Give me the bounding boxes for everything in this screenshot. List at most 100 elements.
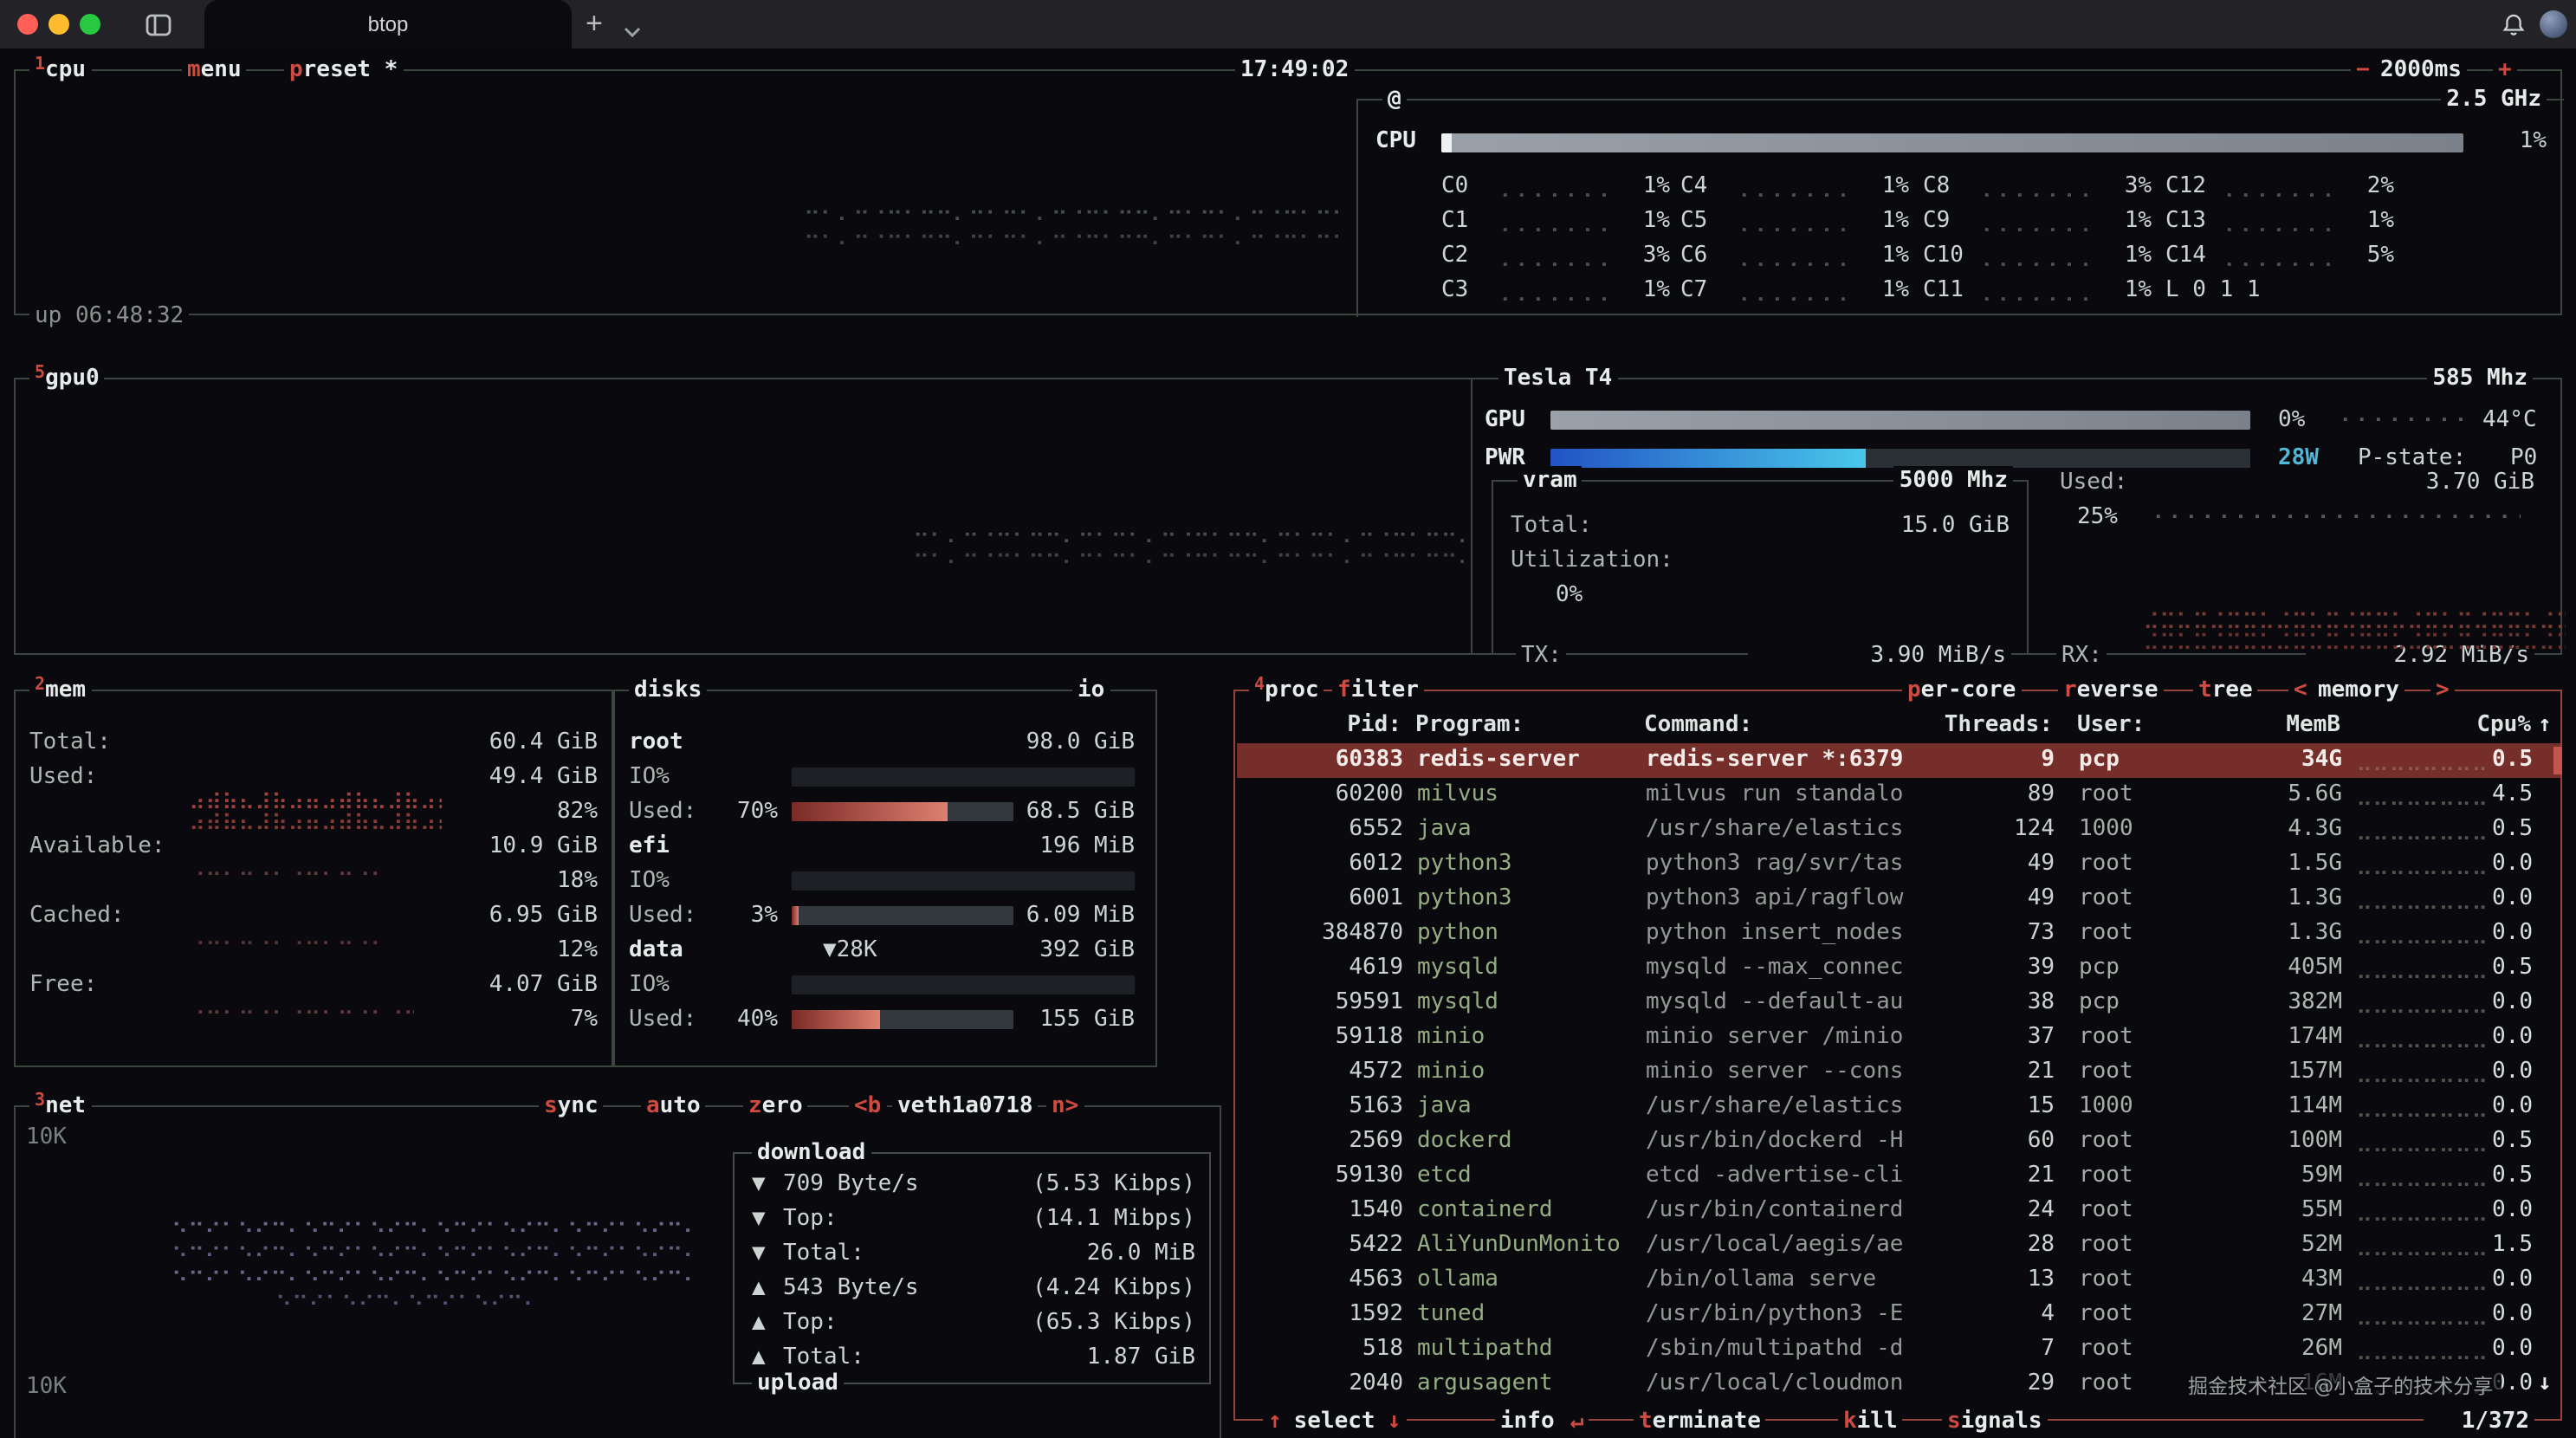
process-row[interactable]: 5163java/usr/share/elastics151000114M⣀⣀⣀…: [1237, 1090, 2560, 1124]
net-rate-label: 709 Byte/s: [783, 1168, 919, 1202]
header-mem[interactable]: MemB: [2205, 709, 2340, 743]
window-minimize-button[interactable]: [49, 14, 69, 35]
net-sync-toggle[interactable]: sync: [539, 1091, 604, 1121]
process-box-number: 4: [1254, 676, 1265, 695]
process-row[interactable]: 6012python3python3 rag/svr/tas49root1.5G…: [1237, 847, 2560, 882]
process-row[interactable]: 59130etcdetcd -advertise-cli21root59M⣀⣀⣀…: [1237, 1159, 2560, 1194]
sort-prev-button[interactable]: <: [2288, 676, 2313, 705]
activity-graph: ⣐⣒⣂⣒⣐⣒⣒⣂⣐⣒⣂⣒⣐⣒⣒⣂⣐⣒⣂⣒⣐⣒⣒⣂⣐⣒⣂⣒⣐⣒⣒: [2143, 625, 2566, 653]
download-title: download: [752, 1138, 871, 1168]
tab-title: btop: [368, 12, 409, 36]
net-zero-toggle[interactable]: zero: [743, 1091, 808, 1121]
header-program[interactable]: Program:: [1415, 709, 1524, 743]
mem-row-pct: 18%: [362, 865, 598, 899]
process-pid: 60200: [1268, 778, 1403, 813]
update-interval-decrease-button[interactable]: −: [2351, 55, 2375, 85]
net-auto-toggle[interactable]: auto: [641, 1091, 706, 1121]
activity-graph: ⣠⣴⣦⣄⣰⣦⣠⣤⣠⣴⣦⣄⣰⣦⣠⣤⣠⣴: [189, 806, 442, 833]
net-interface-prev-button[interactable]: <b: [849, 1091, 886, 1121]
disks-io-toggle[interactable]: io: [1072, 676, 1110, 705]
process-row[interactable]: 4563ollama/bin/ollama serve13root43M⣀⣀⣀⣀…: [1237, 1263, 2560, 1298]
header-cpu[interactable]: Cpu%: [2372, 709, 2531, 743]
net-rate-arrow-icon: ▼: [752, 1237, 766, 1272]
window-zoom-button[interactable]: [80, 14, 100, 35]
process-row[interactable]: 1592tuned/usr/bin/python3 -E4root27M⣀⣀⣀⣀…: [1237, 1298, 2560, 1332]
process-row[interactable]: 4619mysqldmysqld --max_connec39pcp405M⣀⣀…: [1237, 951, 2560, 986]
tree-toggle[interactable]: tree: [2193, 676, 2258, 705]
gpu-tx-label: TX:: [1516, 639, 1567, 674]
header-pid[interactable]: Pid:: [1266, 709, 1401, 743]
process-pid: 5422: [1268, 1228, 1403, 1263]
gpu-box: 5gpu0 Tesla T4 585 Mhz GPU 0% 44°C PWR 2…: [14, 378, 2562, 655]
process-row[interactable]: 2569dockerd/usr/bin/dockerd -H60root100M…: [1237, 1124, 2560, 1159]
net-interface-next-button[interactable]: n>: [1046, 1091, 1084, 1121]
reverse-toggle[interactable]: reverse: [2058, 676, 2164, 705]
memory-box-title: 2mem: [29, 676, 91, 705]
net-interface-name[interactable]: veth1a0718: [892, 1091, 1039, 1121]
process-row[interactable]: 4572miniominio server --cons21root157M⣀⣀…: [1237, 1055, 2560, 1090]
vram-used-label: Used:: [2060, 466, 2127, 501]
process-program: etcd: [1417, 1159, 1472, 1194]
net-rate-label: Top:: [783, 1306, 838, 1341]
process-cpu: 0.0: [2380, 1263, 2533, 1298]
process-row[interactable]: 6001python3python3 api/ragflow49root1.3G…: [1237, 882, 2560, 917]
selected-row-marker: [2553, 747, 2562, 774]
sidebar-toggle-icon[interactable]: [146, 14, 172, 43]
net-rate-arrow-icon: ▲: [752, 1306, 766, 1341]
header-threads[interactable]: Threads:: [1859, 709, 2053, 743]
process-row[interactable]: 59118miniominio server /minio37root174M⣀…: [1237, 1020, 2560, 1055]
process-row[interactable]: 60200milvusmilvus run standalo89root5.6G…: [1237, 778, 2560, 813]
process-user: root: [2079, 1055, 2133, 1090]
preset-button[interactable]: preset *: [284, 55, 403, 85]
process-row[interactable]: 60383redis-serverredis-server *:63799pcp…: [1237, 743, 2560, 778]
process-user: pcp: [2079, 951, 2120, 986]
header-user[interactable]: User:: [2077, 709, 2145, 743]
process-user: root: [2079, 1159, 2133, 1194]
process-threads: 7: [1861, 1332, 2055, 1367]
update-interval-increase-button[interactable]: +: [2493, 55, 2517, 85]
gpu-model: Tesla T4: [1498, 364, 1617, 393]
notification-bell-icon[interactable]: [2502, 12, 2526, 45]
process-row[interactable]: 6552java/usr/share/elastics12410004.3G⣀⣀…: [1237, 813, 2560, 847]
net-rate-arrow-icon: ▼: [752, 1202, 766, 1237]
process-threads: 9: [1861, 743, 2055, 778]
new-tab-button[interactable]: +: [586, 0, 603, 49]
select-hint[interactable]: ↑select↓: [1263, 1407, 1406, 1436]
activity-graph: ⠠⠤⠄⠤⠠⠄⠠⠤⠄⠤⠠⠄⠠⠤⠄: [189, 927, 393, 955]
header-command[interactable]: Command:: [1644, 709, 1752, 743]
per-core-toggle[interactable]: per-core: [1902, 676, 2021, 705]
signals-button[interactable]: signals: [1942, 1407, 2048, 1436]
process-row[interactable]: 384870pythonpython insert_nodes73root1.3…: [1237, 917, 2560, 951]
terminate-button[interactable]: terminate: [1634, 1407, 1766, 1436]
scroll-up-indicator[interactable]: ↑: [2538, 709, 2552, 743]
activity-graph: ⠠⠤⠄⠤⠠⠄⠠⠤⠄⠤⠠⠄⠠⠤⠄⠤: [189, 996, 414, 1024]
menu-button[interactable]: menu: [182, 55, 247, 85]
disk-used-value: 155 GiB: [1017, 1003, 1135, 1038]
process-row[interactable]: 59591mysqldmysqld --default-au38pcp382M⣀…: [1237, 986, 2560, 1020]
process-user: root: [2079, 1367, 2133, 1402]
process-program: python3: [1417, 882, 1512, 917]
window-close-button[interactable]: [17, 14, 38, 35]
process-cpu: 1.5: [2380, 1228, 2533, 1263]
gpu-power-meter: [1550, 449, 2250, 468]
process-row[interactable]: 5422AliYunDunMonito/usr/local/aegis/ae28…: [1237, 1228, 2560, 1263]
disk-io-meter: [792, 975, 1135, 994]
gpu-tx-value: 3.90 MiB/s: [1748, 639, 2011, 674]
tab-overview-chevron-icon[interactable]: [624, 19, 641, 45]
info-button[interactable]: info↵: [1495, 1407, 1589, 1436]
process-row[interactable]: 1540containerd/usr/bin/containerd24root5…: [1237, 1194, 2560, 1228]
process-row[interactable]: 518multipathd/sbin/multipathd -d7root26M…: [1237, 1332, 2560, 1367]
process-user: root: [2079, 1228, 2133, 1263]
cpu-box: 1cpu menu preset * 17:49:02 − 2000ms + u…: [14, 69, 2562, 315]
user-avatar[interactable]: [2540, 10, 2567, 38]
tab-btop[interactable]: btop: [204, 0, 572, 49]
process-pid: 6001: [1268, 882, 1403, 917]
process-program: python3: [1417, 847, 1512, 882]
sort-field-label[interactable]: memory: [2313, 676, 2404, 705]
sort-next-button[interactable]: >: [2430, 676, 2455, 705]
process-cpu: 4.5: [2380, 778, 2533, 813]
network-box-title: 3net: [29, 1091, 91, 1121]
process-cpu: 0.0: [2380, 1298, 2533, 1332]
filter-button[interactable]: filter: [1332, 676, 1424, 705]
kill-button[interactable]: kill: [1838, 1407, 1903, 1436]
